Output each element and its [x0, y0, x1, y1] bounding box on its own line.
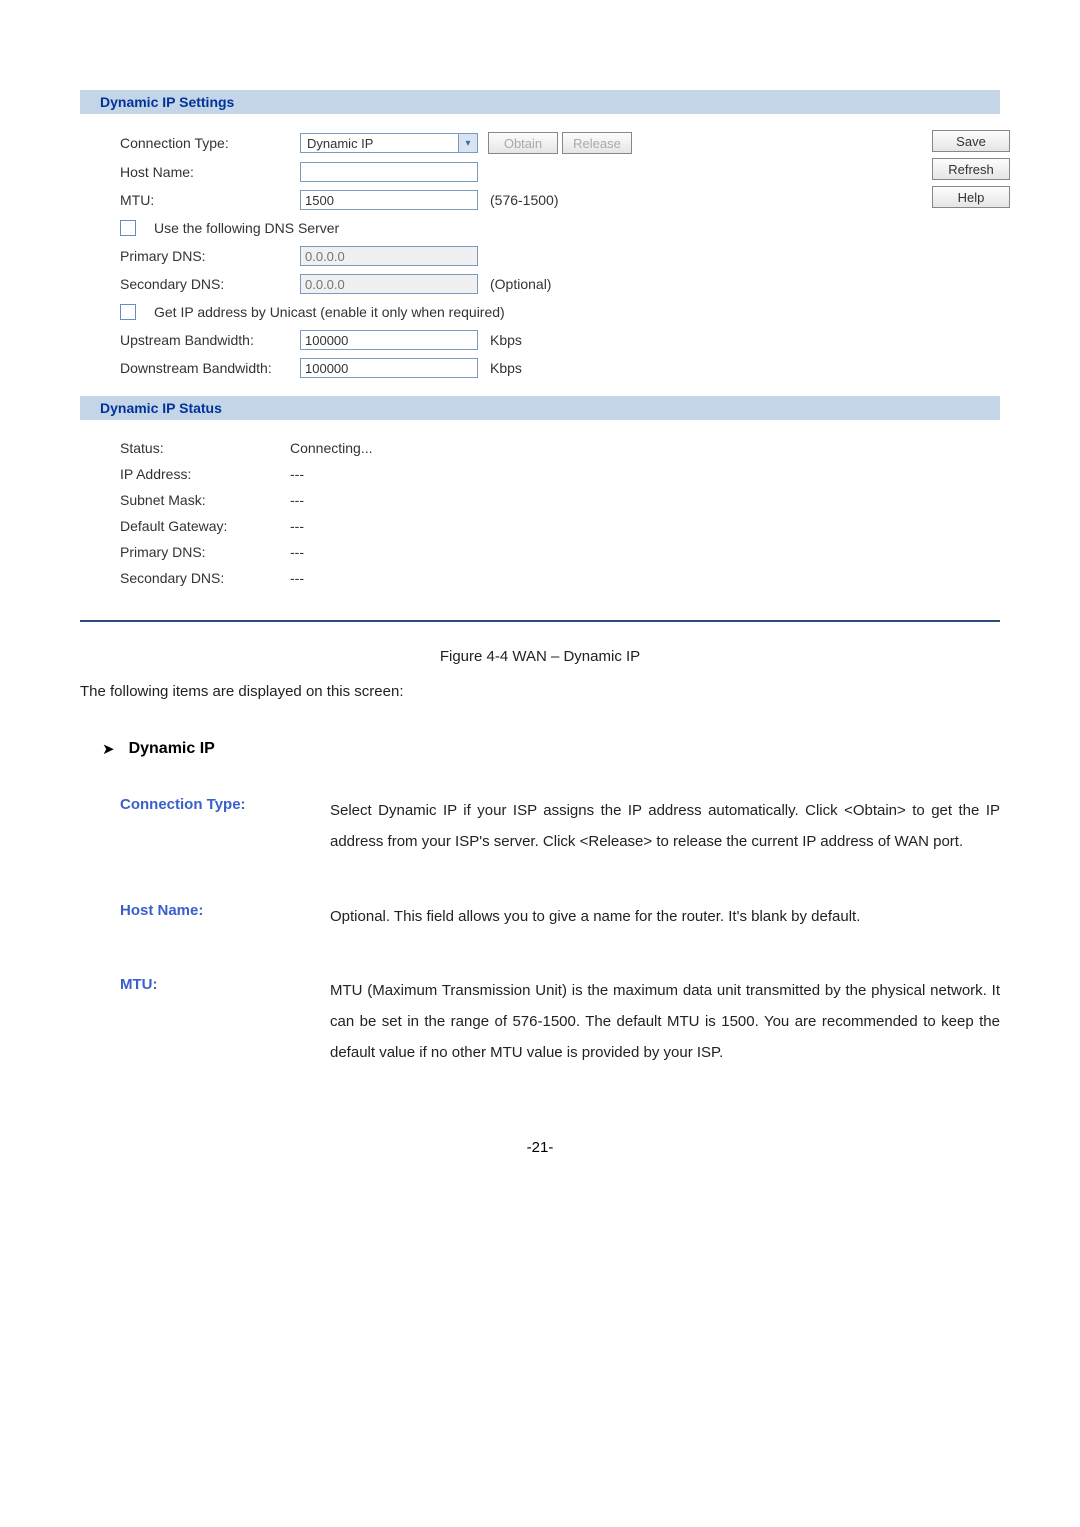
secondary-dns-input[interactable]	[300, 274, 478, 294]
upstream-label: Upstream Bandwidth:	[120, 332, 300, 348]
primary-dns-label: Primary DNS:	[120, 248, 300, 264]
unicast-checkbox[interactable]	[120, 304, 136, 320]
ip-value: ---	[290, 466, 304, 482]
figure-caption: Figure 4-4 WAN – Dynamic IP	[80, 648, 1000, 665]
ip-label: IP Address:	[120, 466, 290, 482]
upstream-input[interactable]	[300, 330, 478, 350]
secondary-dns-note: (Optional)	[490, 276, 551, 292]
def-conntype-desc: Select Dynamic IP if your ISP assigns th…	[330, 796, 1000, 858]
pdns-value: ---	[290, 544, 304, 560]
help-button[interactable]: Help	[932, 186, 1010, 208]
def-conntype-term: Connection Type:	[120, 796, 330, 858]
pdns-label: Primary DNS:	[120, 544, 290, 560]
arrow-icon: ➤	[102, 740, 115, 758]
connection-type-select[interactable]: Dynamic IP ▾	[300, 133, 478, 153]
downstream-label: Downstream Bandwidth:	[120, 360, 300, 376]
refresh-button[interactable]: Refresh	[932, 158, 1010, 180]
gateway-label: Default Gateway:	[120, 518, 290, 534]
connection-type-value: Dynamic IP	[301, 136, 458, 151]
mtu-input[interactable]	[300, 190, 478, 210]
def-hostname-term: Host Name:	[120, 902, 330, 933]
status-value: Connecting...	[290, 440, 373, 456]
downstream-input[interactable]	[300, 358, 478, 378]
primary-dns-input[interactable]	[300, 246, 478, 266]
use-dns-label: Use the following DNS Server	[154, 220, 339, 236]
arrow-title: Dynamic IP	[129, 740, 215, 758]
sdns-value: ---	[290, 570, 304, 586]
connection-type-label: Connection Type:	[120, 135, 300, 151]
subnet-label: Subnet Mask:	[120, 492, 290, 508]
intro-text: The following items are displayed on thi…	[80, 683, 1000, 700]
secondary-dns-label: Secondary DNS:	[120, 276, 300, 292]
upstream-unit: Kbps	[490, 332, 522, 348]
obtain-button[interactable]: Obtain	[488, 132, 558, 154]
mtu-range: (576-1500)	[490, 192, 559, 208]
def-mtu-desc: MTU (Maximum Transmission Unit) is the m…	[330, 976, 1000, 1068]
page-number: -21-	[80, 1139, 1000, 1156]
hostname-label: Host Name:	[120, 164, 300, 180]
settings-header: Dynamic IP Settings	[80, 90, 1000, 114]
mtu-label: MTU:	[120, 192, 300, 208]
status-header: Dynamic IP Status	[80, 396, 1000, 420]
def-mtu-term: MTU:	[120, 976, 330, 1068]
save-button[interactable]: Save	[932, 130, 1010, 152]
status-label: Status:	[120, 440, 290, 456]
subnet-value: ---	[290, 492, 304, 508]
chevron-down-icon[interactable]: ▾	[458, 134, 477, 152]
def-hostname-desc: Optional. This field allows you to give …	[330, 902, 1000, 933]
hostname-input[interactable]	[300, 162, 478, 182]
gateway-value: ---	[290, 518, 304, 534]
use-dns-checkbox[interactable]	[120, 220, 136, 236]
downstream-unit: Kbps	[490, 360, 522, 376]
unicast-label: Get IP address by Unicast (enable it onl…	[154, 304, 505, 320]
sdns-label: Secondary DNS:	[120, 570, 290, 586]
release-button[interactable]: Release	[562, 132, 632, 154]
